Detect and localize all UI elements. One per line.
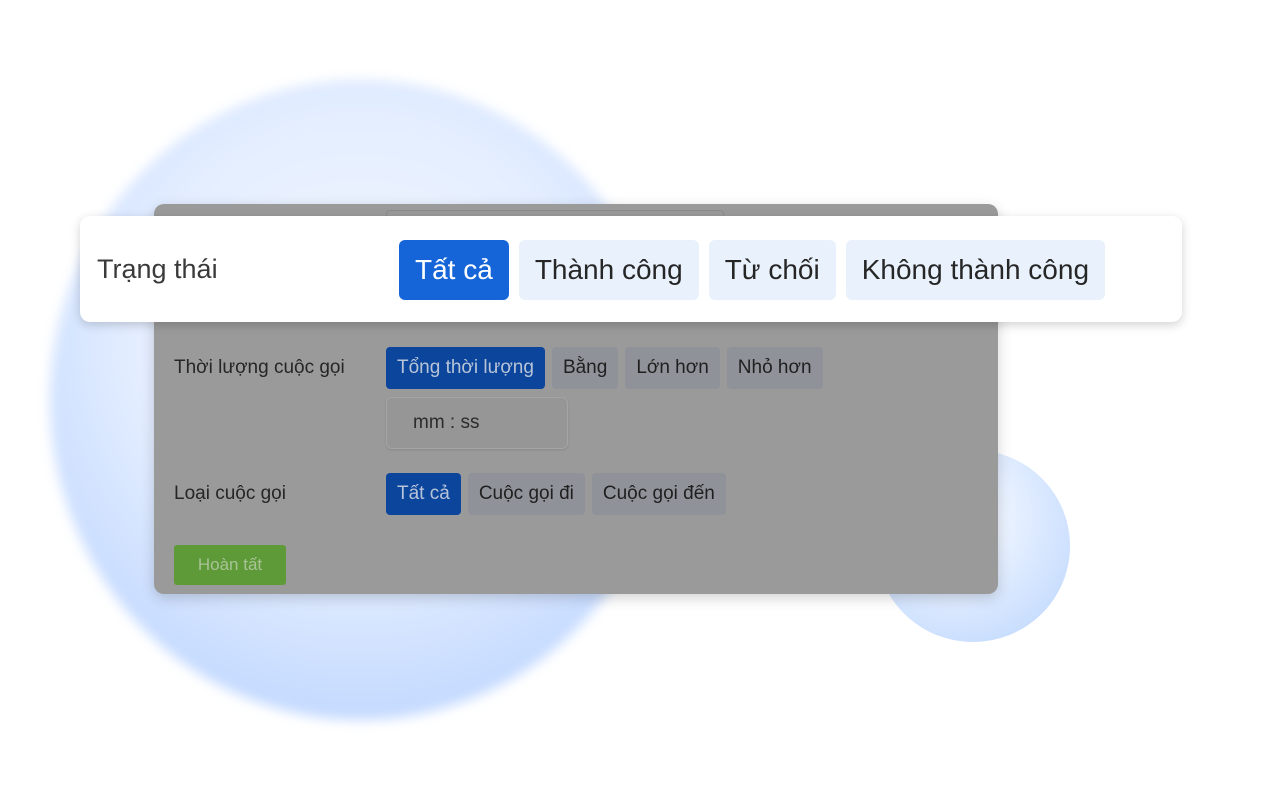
call-type-option-outgoing[interactable]: Cuộc gọi đi xyxy=(467,473,585,515)
duration-option-total[interactable]: Tổng thời lượng xyxy=(386,347,545,389)
duration-row: Thời lượng cuộc gọi Tổng thời lượng Bằng… xyxy=(174,347,830,389)
status-option-failed[interactable]: Không thành công xyxy=(845,240,1106,300)
call-type-option-incoming[interactable]: Cuộc gọi đến xyxy=(591,473,726,515)
status-filter-card: Trạng thái Tất cả Thành công Từ chối Khô… xyxy=(80,216,1182,322)
done-button[interactable]: Hoàn tất xyxy=(174,545,286,585)
call-type-row: Loại cuộc gọi Tất cả Cuộc gọi đi Cuộc gọ… xyxy=(174,473,733,515)
status-label: Trạng thái xyxy=(97,254,218,284)
duration-option-greater[interactable]: Lớn hơn xyxy=(625,347,720,389)
status-option-success[interactable]: Thành công xyxy=(518,240,699,300)
status-options: Tất cả Thành công Từ chối Không thành cô… xyxy=(399,240,1115,300)
status-option-rejected[interactable]: Từ chối xyxy=(708,240,836,300)
status-option-all[interactable]: Tất cả xyxy=(399,240,509,300)
duration-option-equal[interactable]: Bằng xyxy=(551,347,619,389)
call-type-label: Loại cuộc gọi xyxy=(174,483,286,504)
call-type-option-all[interactable]: Tất cả xyxy=(386,473,461,515)
duration-option-less[interactable]: Nhỏ hơn xyxy=(726,347,823,389)
duration-label: Thời lượng cuộc gọi xyxy=(174,357,345,378)
duration-time-input[interactable]: mm : ss xyxy=(386,397,568,449)
